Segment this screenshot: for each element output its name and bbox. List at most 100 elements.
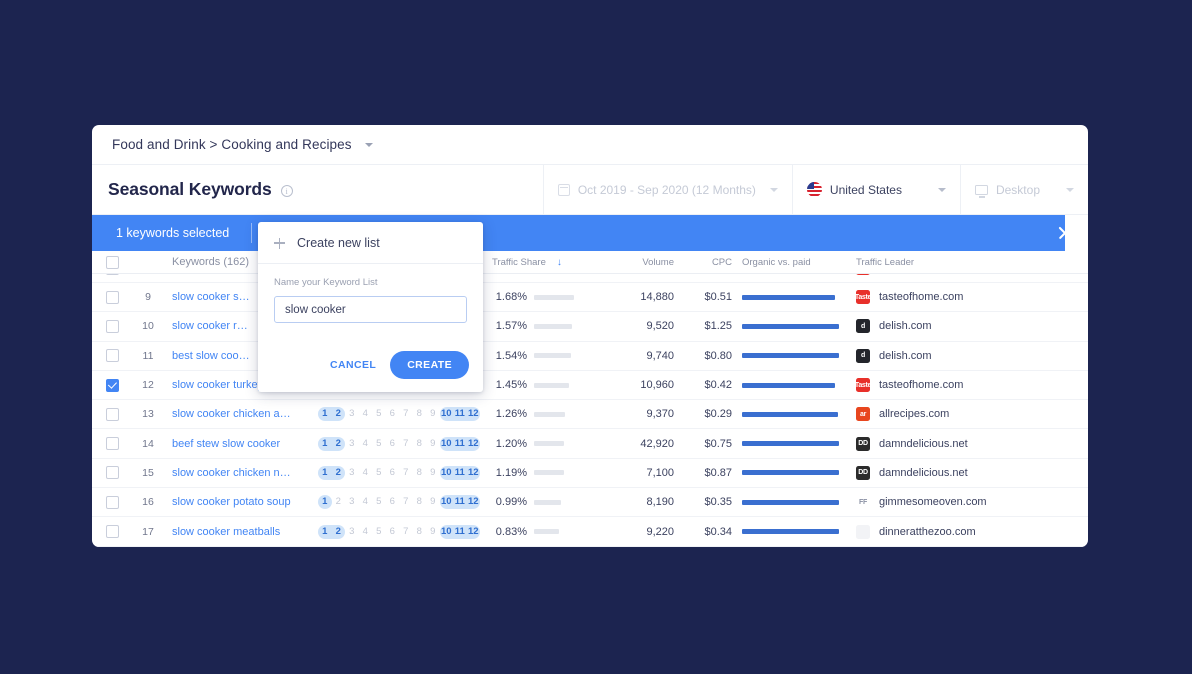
month-cell[interactable]: 4 [359,525,373,539]
row-checkbox[interactable] [105,319,119,333]
row-checkbox[interactable] [105,437,119,451]
month-cell[interactable]: 5 [372,495,386,509]
month-cell[interactable]: 8 [413,437,427,451]
row-checkbox[interactable] [105,407,119,421]
row-traffic-leader[interactable]: ar allrecipes.com [844,407,1050,422]
month-cell[interactable]: 1 [318,437,332,451]
month-cell[interactable]: 5 [372,466,386,480]
month-cell[interactable]: 7 [399,466,413,480]
month-cell[interactable]: 7 [399,495,413,509]
month-cell[interactable]: 7 [399,437,413,451]
row-traffic-leader[interactable]: Tastetasteofhome.com [844,378,1050,393]
month-cell[interactable]: 10 [440,407,454,421]
chevron-down-icon[interactable] [364,142,373,147]
month-cell[interactable]: 9 [426,525,440,539]
month-cell[interactable]: 12 [467,495,481,509]
row-keyword[interactable]: slow cooker meatballs [164,526,296,538]
table-row[interactable]: 14 beef stew slow cooker 1 2 3 4 5 6 7 8 9 10 11 12 1.… [92,429,1088,459]
month-cell[interactable]: 11 [453,407,467,421]
row-checkbox[interactable] [105,466,119,480]
month-cell[interactable]: 12 [467,437,481,451]
month-cell[interactable]: 9 [426,495,440,509]
month-cell[interactable]: 1 [318,525,332,539]
row-checkbox[interactable] [105,274,119,275]
month-cell[interactable]: 11 [453,495,467,509]
row-traffic-leader[interactable]: Tastetasteofhome.com [844,274,1050,276]
month-cell[interactable]: 12 [467,525,481,539]
row-checkbox[interactable] [105,290,119,304]
month-cell[interactable]: 4 [359,407,373,421]
month-cell[interactable]: 6 [386,466,400,480]
breadcrumb[interactable]: Food and Drink > Cooking and Recipes [112,137,352,152]
month-cell[interactable]: 7 [399,525,413,539]
table-row[interactable]: 17 slow cooker meatballs 1 2 3 4 5 6 7 8 9 10 11 12 0.… [92,517,1088,547]
month-cell[interactable]: 1 [318,407,332,421]
table-row[interactable]: 11best slow coo…1234567891011121.54%9,74… [92,342,1088,371]
row-traffic-leader[interactable]: DD damndelicious.net [844,465,1050,480]
month-cell[interactable]: 2 [332,495,346,509]
month-cell[interactable]: 1 [318,495,332,509]
select-all-checkbox[interactable] [105,255,119,269]
month-cell[interactable]: 9 [426,466,440,480]
row-keyword[interactable]: slow cooker chicken and d… [164,408,296,420]
table-row[interactable]: 8slow cooker1234567891011121.75%18,100$0… [92,274,1088,283]
col-traffic-share[interactable]: Traffic Share ↓ [486,257,596,268]
table-row[interactable]: 16 slow cooker potato soup 1 2 3 4 5 6 7 8 9 10 11 12… [92,488,1088,518]
month-cell[interactable]: 8 [413,466,427,480]
table-row[interactable]: 9slow cooker s…1234567891011121.68%14,88… [92,283,1088,313]
device-selector[interactable]: Desktop [959,164,1088,215]
row-traffic-leader[interactable]: d delish.com [844,348,1050,363]
cancel-button[interactable]: CANCEL [330,359,376,371]
table-row[interactable]: 13slow cooker chicken and d…123456789101… [92,400,1088,430]
month-cell[interactable]: 3 [345,525,359,539]
create-button[interactable]: CREATE [390,351,469,379]
info-icon[interactable]: i [280,184,293,197]
month-cell[interactable]: 11 [453,466,467,480]
month-cell[interactable]: 1 [318,466,332,480]
keyword-list-name-input[interactable] [274,296,467,323]
month-cell[interactable]: 3 [345,495,359,509]
month-cell[interactable]: 5 [372,407,386,421]
month-cell[interactable]: 2 [332,407,346,421]
country-selector[interactable]: United States [791,164,960,215]
row-traffic-leader[interactable]: FF gimmesomeoven.com [844,495,1050,510]
month-cell[interactable]: 3 [345,407,359,421]
month-cell[interactable]: 11 [453,525,467,539]
table-row[interactable]: 10slow cooker r…1234567891011121.57%9,52… [92,312,1088,342]
month-cell[interactable]: 9 [426,437,440,451]
table-row[interactable]: 15slow cooker chicken noodl…123456789101… [92,459,1088,489]
row-traffic-leader[interactable]: DD damndelicious.net [844,436,1050,451]
month-cell[interactable]: 2 [332,437,346,451]
month-cell[interactable]: 4 [359,466,373,480]
month-cell[interactable]: 2 [332,466,346,480]
month-cell[interactable]: 4 [359,495,373,509]
month-cell[interactable]: 4 [359,437,373,451]
row-keyword[interactable]: beef stew slow cooker [164,438,296,450]
month-cell[interactable]: 10 [440,525,454,539]
month-cell[interactable]: 9 [426,407,440,421]
row-checkbox[interactable] [105,495,119,509]
month-cell[interactable]: 12 [467,466,481,480]
month-cell[interactable]: 2 [332,525,346,539]
month-cell[interactable]: 3 [345,437,359,451]
row-keyword[interactable]: slow cooker potato soup [164,496,296,508]
month-cell[interactable]: 3 [345,466,359,480]
row-traffic-leader[interactable]: dinneratthezoo.com [844,524,1050,539]
month-cell[interactable]: 5 [372,437,386,451]
month-cell[interactable]: 8 [413,407,427,421]
date-range-selector[interactable]: Oct 2019 - Sep 2020 (12 Months) [542,164,792,215]
month-cell[interactable]: 6 [386,525,400,539]
col-cpc[interactable]: CPC [674,257,732,268]
month-cell[interactable]: 6 [386,495,400,509]
month-cell[interactable]: 7 [399,407,413,421]
col-traffic-leader[interactable]: Traffic Leader [844,257,1050,268]
month-cell[interactable]: 6 [386,407,400,421]
month-cell[interactable]: 8 [413,525,427,539]
col-organic-vs-paid[interactable]: Organic vs. paid [732,257,844,268]
month-cell[interactable]: 10 [440,466,454,480]
month-cell[interactable]: 10 [440,437,454,451]
month-cell[interactable]: 5 [372,525,386,539]
month-cell[interactable]: 12 [467,407,481,421]
col-volume[interactable]: Volume [596,257,674,268]
month-cell[interactable]: 11 [453,437,467,451]
